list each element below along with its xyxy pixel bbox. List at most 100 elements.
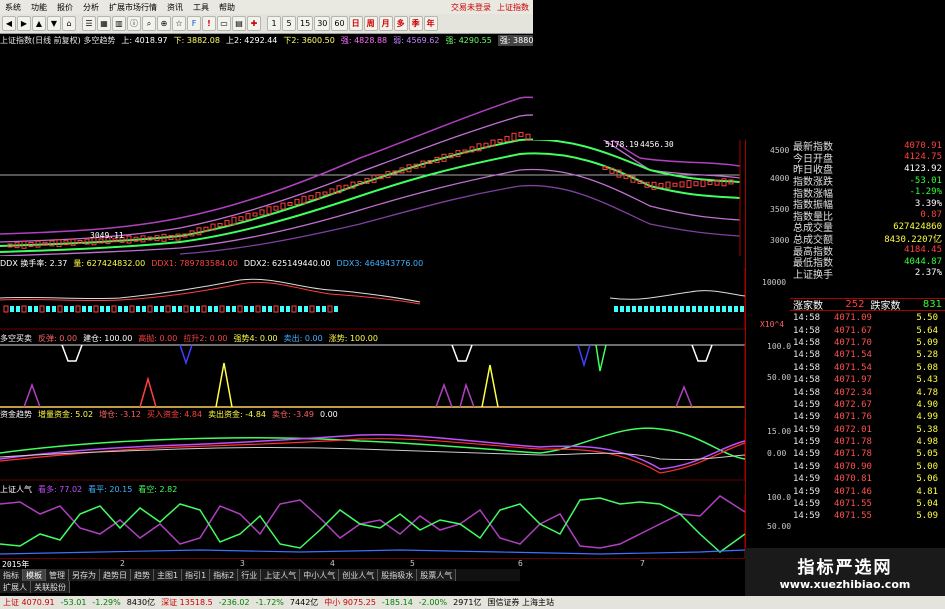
period-month[interactable]: 月 — [378, 16, 393, 31]
down-icon[interactable]: ▼ — [47, 16, 61, 31]
tick-list[interactable]: 14:58 4071.09 5.50 14:58 4071.67 5.64 14:58 407… — [790, 312, 945, 523]
menu-tools[interactable]: 工具 — [188, 2, 214, 13]
star-icon[interactable]: ☆ — [172, 16, 186, 31]
indicator-tab[interactable]: 创业人气 — [339, 569, 379, 581]
grid2-icon[interactable]: ▤ — [232, 16, 246, 31]
bs-chart[interactable] — [0, 343, 760, 408]
indicator-tab[interactable]: 管理 — [46, 569, 69, 581]
tab-related[interactable]: 关联股份 — [31, 581, 70, 593]
menu-system[interactable]: 系统 — [0, 2, 26, 13]
list-icon[interactable]: ☰ — [82, 16, 96, 31]
search-icon[interactable]: ⌕ — [142, 16, 156, 31]
indicator-tab[interactable]: 趋势日 — [100, 569, 131, 581]
ddx-bar — [10, 306, 14, 312]
period-day[interactable]: 日 — [348, 16, 363, 31]
tick-price: 4070.81 — [834, 474, 872, 485]
ddx-bar — [280, 306, 284, 312]
ddx-bar — [626, 306, 630, 312]
quote-stat-value: 8430.2207亿 — [884, 235, 942, 246]
chart-icon[interactable]: ▥ — [112, 16, 126, 31]
info-icon[interactable]: ⓘ — [127, 16, 141, 31]
bs-signal-blue-2 — [577, 344, 591, 368]
period-15min[interactable]: 15 — [297, 16, 314, 31]
indicator-tab[interactable]: 行业 — [238, 569, 262, 581]
fund-chart[interactable] — [0, 419, 760, 481]
ddx-bar — [316, 306, 320, 312]
ddx-bar — [692, 306, 696, 312]
period-multi[interactable]: 多 — [393, 16, 408, 31]
ddx-bar — [136, 306, 140, 312]
candle — [658, 182, 664, 188]
tick-price: 4071.97 — [834, 375, 872, 386]
f10-icon[interactable]: F — [187, 16, 201, 31]
indicator-tab[interactable]: 上证人气 — [261, 569, 301, 581]
tick-volume: 5.08 — [916, 362, 938, 373]
menu-extended-market[interactable]: 扩展市场行情 — [104, 2, 162, 13]
menu-quotes[interactable]: 报价 — [52, 2, 78, 13]
ddx-bar — [100, 306, 104, 312]
tick-volume: 4.81 — [916, 486, 938, 497]
tick-time: 14:59 — [793, 499, 821, 510]
ddx-bar — [734, 306, 738, 312]
indicator-tab[interactable]: 另存为 — [69, 569, 100, 581]
forward-icon[interactable]: ▶ — [17, 16, 31, 31]
indicator-tab[interactable]: 指标2 — [210, 569, 239, 581]
ddx-bar — [656, 306, 660, 312]
ddx-chart[interactable] — [0, 268, 760, 330]
indicator-tab[interactable]: 中小人气 — [300, 569, 340, 581]
quote-stat-value: 4070.91 — [904, 140, 942, 151]
period-week[interactable]: 周 — [363, 16, 378, 31]
menu-function[interactable]: 功能 — [26, 2, 52, 13]
period-quarter[interactable]: 季 — [408, 16, 423, 31]
tick-time: 14:58 — [793, 375, 821, 386]
tick-time: 14:59 — [793, 424, 821, 435]
bs-signal-white-2 — [451, 344, 473, 362]
zoom-icon[interactable]: ⊕ — [157, 16, 171, 31]
indicator-tab[interactable]: 股票人气 — [417, 569, 457, 581]
trade-login-status[interactable]: 交易未登录 — [451, 2, 491, 13]
alert-icon[interactable]: ! — [202, 16, 216, 31]
grid-icon[interactable]: ▦ — [97, 16, 111, 31]
indicator-tab[interactable]: 趋势 — [131, 569, 154, 581]
indicator-tab[interactable]: 股指吸水 — [378, 569, 418, 581]
pop-chart[interactable] — [0, 494, 760, 558]
ddx-bar — [88, 306, 92, 312]
back-icon[interactable]: ◀ — [2, 16, 16, 31]
menu-help[interactable]: 帮助 — [214, 2, 240, 13]
ddx-bar — [165, 305, 171, 313]
book-icon[interactable]: ✚ — [247, 16, 261, 31]
ddx-bar — [334, 306, 338, 312]
candle — [238, 216, 244, 222]
indicator-tab[interactable]: 主图1 — [154, 569, 183, 581]
period-year[interactable]: 年 — [423, 16, 438, 31]
indicator-tab[interactable]: 模板 — [23, 569, 46, 581]
quote-stat-value: -53.01 — [909, 175, 942, 186]
tick-price: 4070.90 — [834, 461, 872, 472]
ddx-bars — [3, 305, 744, 313]
bs-signal-white-3 — [691, 344, 713, 362]
indicator-tab[interactable]: 指引1 — [182, 569, 211, 581]
lower2-band-value: 下2: 3600.50 — [283, 35, 335, 45]
tick-volume: 5.09 — [916, 337, 938, 348]
fund-line-white — [0, 447, 746, 461]
period-30min[interactable]: 30 — [314, 16, 331, 31]
period-60min[interactable]: 60 — [331, 16, 348, 31]
tick-time: 14:59 — [793, 461, 821, 472]
ddx-bar — [728, 306, 732, 312]
ddx-bar — [70, 306, 74, 312]
window-icon[interactable]: ▭ — [217, 16, 231, 31]
candle — [294, 198, 300, 205]
tab-extended[interactable]: 扩展人 — [0, 581, 31, 593]
candle — [273, 205, 279, 211]
menu-analysis[interactable]: 分析 — [78, 2, 104, 13]
indicator-tab[interactable]: 指标 — [0, 569, 23, 581]
home-icon[interactable]: ⌂ — [62, 16, 76, 31]
chart-title: 上证指数(日线 前复权) 多空趋势 — [0, 35, 116, 45]
menu-news[interactable]: 资讯 — [162, 2, 188, 13]
ddx-bar — [674, 306, 678, 312]
up-icon[interactable]: ▲ — [32, 16, 46, 31]
period-1min[interactable]: 1 — [267, 16, 281, 31]
bs-peak-purple-3 — [459, 382, 475, 408]
period-5min[interactable]: 5 — [282, 16, 296, 31]
tick-volume: 5.38 — [916, 424, 938, 435]
